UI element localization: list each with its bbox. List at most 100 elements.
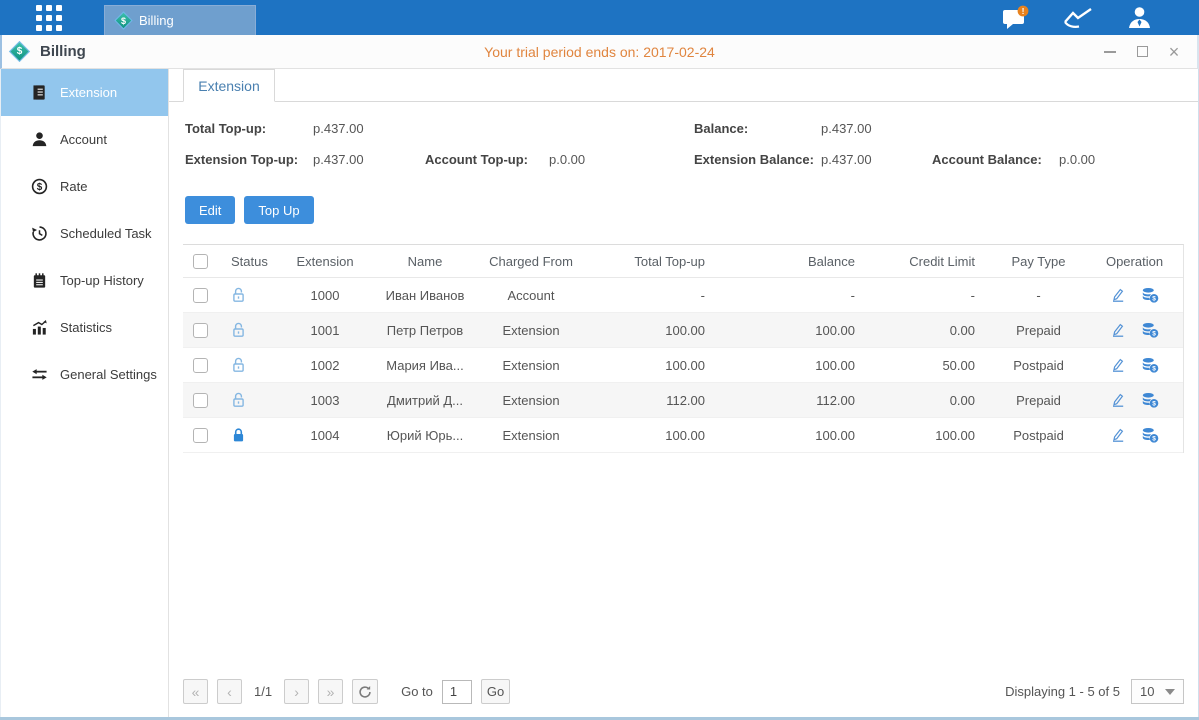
cell-extension: 1001 — [281, 323, 369, 338]
cell-pay-type: Prepaid — [991, 323, 1086, 338]
cell-extension: 1002 — [281, 358, 369, 373]
sidebar-item-general-settings[interactable]: General Settings — [1, 351, 168, 398]
edit-pencil-icon[interactable] — [1110, 392, 1126, 408]
top-up-coins-icon[interactable]: $ — [1141, 427, 1159, 443]
topbar-tab-billing[interactable]: $ Billing — [104, 5, 256, 35]
summary-label: Account Top-up: — [425, 152, 528, 167]
svg-text:$: $ — [1152, 401, 1156, 408]
sidebar-item-topup-history[interactable]: Top-up History — [1, 257, 168, 304]
edit-pencil-icon[interactable] — [1110, 287, 1126, 303]
next-page-button[interactable]: › — [284, 679, 309, 704]
cell-total-topup: 100.00 — [581, 358, 721, 373]
billing-app-icon: $ — [9, 41, 30, 62]
topup-history-ledger-icon — [31, 272, 48, 289]
cell-name: Петр Петров — [369, 323, 481, 338]
status-lock-icon — [217, 427, 281, 443]
sidebar-item-scheduled-task[interactable]: Scheduled Task — [1, 210, 168, 257]
cell-pay-type: Prepaid — [991, 393, 1086, 408]
col-pay-type: Pay Type — [991, 254, 1086, 269]
row-checkbox[interactable] — [193, 288, 208, 303]
main-content: Extension Total Top-up: p.437.00 Balance… — [169, 69, 1198, 717]
first-page-button[interactable]: « — [183, 679, 208, 704]
goto-page-input[interactable] — [442, 680, 472, 704]
page-size-select[interactable]: 10 — [1131, 679, 1184, 704]
top-up-coins-icon[interactable]: $ — [1141, 357, 1159, 373]
summary-label: Total Top-up: — [185, 121, 266, 136]
sidebar-item-extension[interactable]: Extension — [1, 69, 168, 116]
sidebar-item-label: Extension — [60, 85, 117, 100]
billing-dollar-icon: $ — [114, 11, 132, 29]
tab-extension[interactable]: Extension — [183, 69, 275, 102]
billing-window: $ Billing ! — [0, 0, 1199, 720]
sidebar-item-label: Scheduled Task — [60, 226, 152, 241]
summary-label: Extension Top-up: — [185, 152, 298, 167]
sidebar-item-account[interactable]: Account — [1, 116, 168, 163]
edit-pencil-icon[interactable] — [1110, 427, 1126, 443]
cell-extension: 1000 — [281, 288, 369, 303]
topbar-tab-label: Billing — [139, 13, 174, 28]
edit-pencil-icon[interactable] — [1110, 322, 1126, 338]
sidebar-item-label: Top-up History — [60, 273, 144, 288]
table-row: 1003 Дмитрий Д... Extension 112.00 112.0… — [183, 383, 1183, 418]
statistics-bars-icon — [31, 319, 48, 336]
minimize-button[interactable] — [1101, 43, 1119, 61]
refresh-button[interactable] — [352, 679, 378, 704]
summary-label: Extension Balance: — [694, 152, 814, 167]
cell-balance: 100.00 — [721, 428, 871, 443]
top-up-button[interactable]: Top Up — [244, 196, 313, 224]
general-settings-arrows-icon — [31, 366, 48, 383]
col-charged-from: Charged From — [481, 254, 581, 269]
col-status: Status — [217, 254, 281, 269]
row-checkbox[interactable] — [193, 428, 208, 443]
content-tabbar: Extension — [169, 69, 1198, 102]
user-account-icon[interactable] — [1126, 5, 1153, 31]
cell-name: Дмитрий Д... — [369, 393, 481, 408]
svg-text:$: $ — [1152, 366, 1156, 373]
notifications-chat-icon[interactable]: ! — [1002, 5, 1030, 30]
statistics-chart-icon[interactable] — [1063, 6, 1093, 29]
pagination-bar: « ‹ 1/1 › » Go to Go Di — [183, 679, 1184, 704]
cell-total-topup: - — [581, 288, 721, 303]
row-checkbox[interactable] — [193, 393, 208, 408]
maximize-button[interactable] — [1133, 43, 1151, 61]
row-checkbox[interactable] — [193, 358, 208, 373]
table-header: Status Extension Name Charged From Total… — [183, 245, 1183, 278]
prev-page-button[interactable]: ‹ — [217, 679, 242, 704]
close-button[interactable]: × — [1165, 43, 1183, 61]
row-checkbox[interactable] — [193, 323, 208, 338]
col-balance: Balance — [721, 254, 871, 269]
cell-extension: 1004 — [281, 428, 369, 443]
cell-pay-type: Postpaid — [991, 428, 1086, 443]
cell-credit-limit: - — [871, 288, 991, 303]
status-lock-icon — [217, 357, 281, 373]
cell-extension: 1003 — [281, 393, 369, 408]
sidebar-item-rate[interactable]: $ Rate — [1, 163, 168, 210]
edit-pencil-icon[interactable] — [1110, 357, 1126, 373]
table-row: 1004 Юрий Юрь... Extension 100.00 100.00… — [183, 418, 1183, 453]
edit-button[interactable]: Edit — [185, 196, 235, 224]
go-button[interactable]: Go — [481, 679, 510, 704]
cell-name: Мария Ива... — [369, 358, 481, 373]
chevron-down-icon — [1165, 689, 1175, 695]
svg-text:$: $ — [1152, 296, 1156, 303]
select-all-checkbox[interactable] — [193, 254, 208, 269]
cell-charged-from: Extension — [481, 393, 581, 408]
last-page-button[interactable]: » — [318, 679, 343, 704]
cell-credit-limit: 50.00 — [871, 358, 991, 373]
cell-credit-limit: 0.00 — [871, 393, 991, 408]
top-up-coins-icon[interactable]: $ — [1141, 322, 1159, 338]
col-credit-limit: Credit Limit — [871, 254, 991, 269]
page-indicator: 1/1 — [254, 684, 272, 699]
rate-dollar-circle-icon: $ — [31, 178, 48, 195]
top-up-coins-icon[interactable]: $ — [1141, 392, 1159, 408]
topbar: $ Billing ! — [0, 0, 1199, 35]
page-size-value: 10 — [1140, 684, 1154, 699]
col-name: Name — [369, 254, 481, 269]
top-up-coins-icon[interactable]: $ — [1141, 287, 1159, 303]
app-launcher-icon[interactable] — [36, 5, 62, 31]
sidebar-item-statistics[interactable]: Statistics — [1, 304, 168, 351]
goto-label: Go to — [401, 684, 433, 699]
col-extension: Extension — [281, 254, 369, 269]
summary-value: p.437.00 — [313, 152, 364, 167]
cell-pay-type: - — [991, 288, 1086, 303]
